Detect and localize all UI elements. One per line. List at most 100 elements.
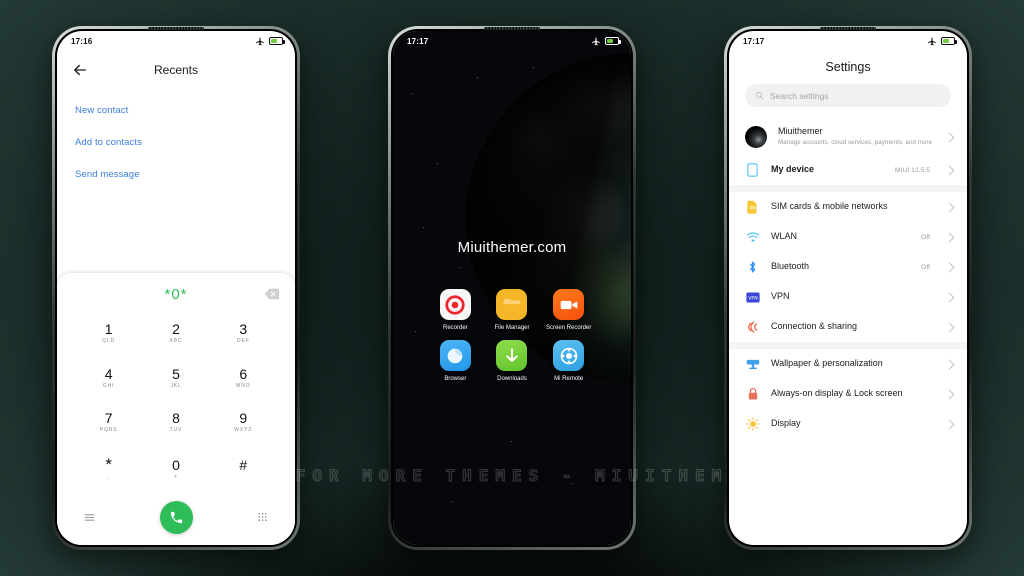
row-value: Off — [921, 233, 930, 241]
key-2[interactable]: 2 ABC — [142, 311, 209, 356]
chevron-right-icon — [944, 165, 955, 176]
recents-action-list: New contact Add to contacts Send message — [57, 83, 295, 193]
settings-row-my-device[interactable]: My device MIUI 12.5.5 — [729, 155, 967, 185]
key-digit: 0 — [172, 456, 180, 473]
status-icons — [928, 37, 957, 46]
settings-row-always-on-display[interactable]: Always-on display & Lock screen — [729, 379, 967, 409]
row-text: Connection & sharing — [771, 321, 919, 332]
key-7[interactable]: 7 PQRS — [75, 401, 142, 446]
account-avatar — [745, 126, 767, 149]
app-label: Recorder — [442, 325, 468, 331]
key-letters: DEF — [236, 337, 250, 344]
earpiece-speaker — [148, 27, 204, 30]
airplane-icon — [592, 37, 600, 45]
row-text: Display — [771, 418, 919, 429]
star — [451, 501, 453, 503]
chevron-right-icon — [944, 292, 955, 303]
row-text: Always-on display & Lock screen — [771, 388, 919, 399]
key-3[interactable]: 3 DEF — [210, 311, 277, 356]
settings-row-bluetooth[interactable]: Bluetooth Off — [729, 252, 967, 282]
app-recorder[interactable]: Recorder — [427, 289, 484, 332]
search-input[interactable]: Search settings — [745, 84, 951, 107]
sun-glyph — [745, 417, 760, 431]
wallpaper-glyph — [746, 359, 759, 369]
battery-icon — [269, 37, 285, 45]
row-text: Wallpaper & personalization — [771, 358, 919, 369]
status-icons — [592, 37, 621, 46]
settings-row-account[interactable]: Miuithemer Manage accounts, cloud servic… — [729, 119, 967, 155]
settings-row-sim-cards[interactable]: SIM cards & mobile networks — [729, 192, 967, 222]
app-mi-remote[interactable]: Mi Remote — [540, 340, 597, 383]
row-label: My device — [771, 164, 815, 175]
lock-glyph — [748, 388, 757, 400]
row-text: VPN — [771, 291, 919, 302]
phone-home: 17:17 Miuithemer.com Recorder File Manag… — [388, 26, 636, 550]
key-digit: # — [239, 456, 248, 473]
app-browser[interactable]: Browser — [427, 340, 484, 383]
star — [511, 441, 513, 443]
action-send-message[interactable]: Send message — [75, 161, 277, 193]
home-screen: 17:17 Miuithemer.com Recorder File Manag… — [393, 31, 631, 545]
row-label: Bluetooth — [771, 261, 810, 272]
settings-row-connection-sharing[interactable]: Connection & sharing — [729, 312, 967, 342]
key-6[interactable]: 6 MNO — [210, 356, 277, 401]
action-add-to-contacts[interactable]: Add to contacts — [75, 129, 277, 161]
row-label: Display — [771, 418, 801, 429]
key-0[interactable]: 0 + — [142, 445, 209, 493]
status-time: 17:17 — [407, 36, 429, 46]
device-icon — [745, 163, 760, 177]
key-star[interactable]: * , — [75, 445, 142, 493]
keypad-icon[interactable] — [256, 511, 269, 524]
hamburger-menu-icon[interactable] — [83, 511, 96, 524]
downloads-icon — [496, 340, 528, 372]
lock-icon — [745, 387, 760, 401]
call-button[interactable] — [159, 500, 193, 534]
dialpad-panel: *0* 1 QLD 2 ABC 3 DEF 4 GHI 5 JKL 6 MNO … — [57, 273, 295, 545]
status-icons — [256, 37, 285, 46]
home-title: Miuithemer.com — [457, 239, 567, 256]
page-title: Settings — [825, 60, 871, 74]
app-label: Browser — [444, 376, 467, 383]
settings-row-wallpaper[interactable]: Wallpaper & personalization — [729, 349, 967, 379]
page-title: Recents — [153, 63, 199, 77]
key-letters: WXYZ — [234, 427, 253, 434]
chevron-right-icon — [944, 202, 955, 213]
account-text: Miuithemer Manage accounts, cloud servic… — [778, 126, 935, 148]
dialed-number: *0* — [164, 285, 188, 303]
row-text: SIM cards & mobile networks — [771, 201, 919, 212]
chevron-right-icon — [944, 322, 955, 333]
key-digit: 1 — [104, 320, 113, 337]
wifi-glyph — [746, 232, 759, 242]
key-digit: 8 — [172, 410, 180, 427]
key-hash[interactable]: # — [210, 445, 277, 493]
phone-recents: 17:16 Recents New contact Add to contact… — [52, 26, 300, 550]
key-9[interactable]: 9 WXYZ — [210, 401, 277, 446]
svg-text:VPN: VPN — [748, 295, 758, 301]
key-1[interactable]: 1 QLD — [75, 311, 142, 356]
vpn-icon: VPN — [745, 292, 760, 303]
file-manager-icon — [496, 289, 528, 320]
back-arrow-icon[interactable] — [71, 61, 89, 79]
settings-list[interactable]: Miuithemer Manage accounts, cloud servic… — [729, 119, 967, 545]
app-grid: Recorder File Manager Screen Recorder Br… — [393, 289, 631, 383]
search-placeholder: Search settings — [770, 90, 829, 101]
key-5[interactable]: 5 JKL — [142, 356, 209, 401]
airplane-icon — [928, 37, 936, 45]
action-new-contact[interactable]: New contact — [75, 97, 277, 129]
settings-row-vpn[interactable]: VPN VPN — [729, 282, 967, 312]
key-letters: MNO — [236, 382, 251, 389]
battery-icon — [605, 37, 621, 45]
key-digit: 7 — [104, 410, 113, 427]
account-name: Miuithemer — [778, 126, 823, 136]
app-downloads[interactable]: Downloads — [484, 340, 541, 383]
phone-bezel: 17:16 Recents New contact Add to contact… — [55, 27, 297, 547]
backspace-icon[interactable] — [265, 288, 279, 300]
row-text: Bluetooth — [771, 261, 910, 272]
app-screen-recorder[interactable]: Screen Recorder — [540, 289, 597, 332]
settings-row-wlan[interactable]: WLAN Off — [729, 222, 967, 252]
key-8[interactable]: 8 TUV — [142, 401, 209, 446]
wallpaper-icon — [745, 358, 760, 371]
key-4[interactable]: 4 GHI — [75, 356, 142, 401]
app-file-manager[interactable]: File Manager — [484, 289, 541, 332]
settings-row-display[interactable]: Display — [729, 409, 967, 439]
